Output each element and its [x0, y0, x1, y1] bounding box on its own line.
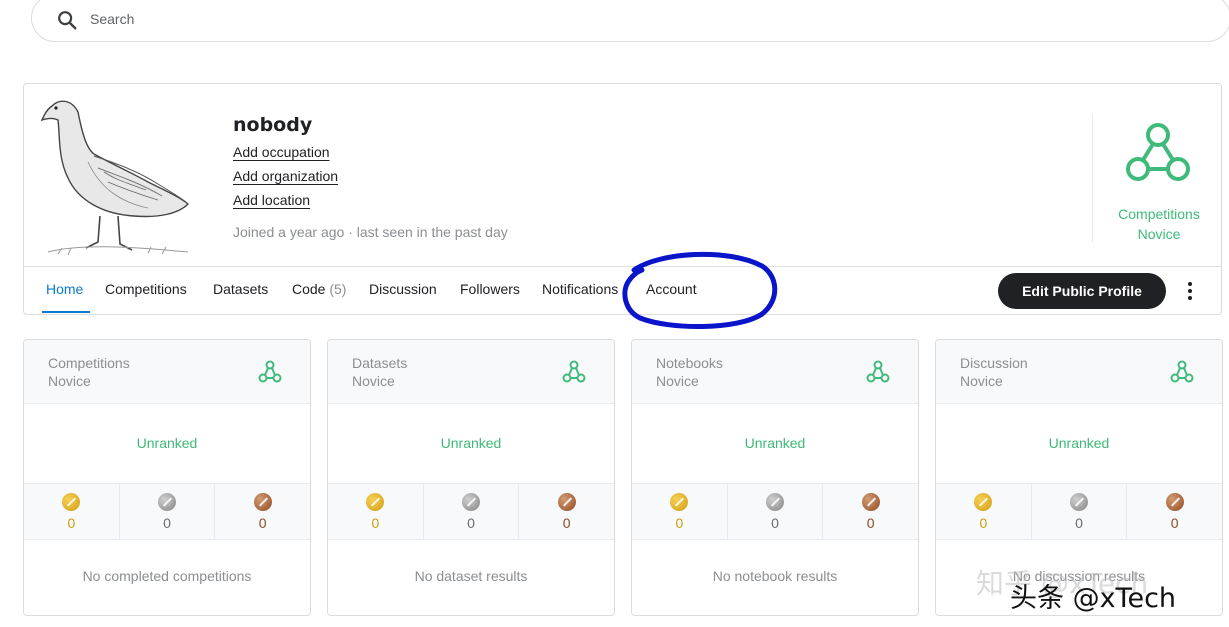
card-header: Datasets Novice [328, 340, 614, 404]
silver-medal: 0 [728, 484, 824, 539]
gold-medal-icon [974, 493, 993, 511]
joined-info: Joined a year ago · last seen in the pas… [233, 224, 508, 240]
bronze-medal: 0 [519, 484, 614, 539]
competitions-tier-card: Competitions Novice Unranked 0 0 0 No com… [23, 339, 311, 616]
tab-notifications[interactable]: Notifications [542, 281, 618, 297]
bronze-medal: 0 [823, 484, 918, 539]
medal-counts: 0 0 0 [936, 484, 1222, 540]
bronze-count: 0 [562, 515, 571, 531]
tab-code[interactable]: Code (5) [292, 281, 346, 297]
bronze-medal-icon [861, 493, 880, 511]
gold-medal-icon [62, 493, 81, 511]
medal-counts: 0 0 0 [632, 484, 918, 540]
empty-message: No notebook results [712, 568, 838, 584]
bronze-medal-icon [253, 493, 272, 511]
search-input[interactable] [90, 9, 690, 29]
medal-counts: 0 0 0 [24, 484, 310, 540]
profile-name: nobody [233, 114, 313, 136]
card-title: Datasets Novice [352, 355, 408, 389]
add-occupation-link[interactable]: Add occupation [233, 144, 330, 160]
tab-discussion[interactable]: Discussion [369, 281, 437, 297]
search-bar[interactable] [31, 0, 1229, 42]
tier-icon [1170, 360, 1194, 383]
silver-medal-icon [766, 493, 784, 511]
bronze-medal-icon [1165, 493, 1184, 511]
bronze-count: 0 [258, 515, 267, 531]
gold-count: 0 [67, 515, 76, 531]
medal-counts: 0 0 0 [328, 484, 614, 540]
divider [1092, 114, 1093, 242]
bronze-medal: 0 [1127, 484, 1222, 539]
gold-medal-icon [366, 493, 385, 511]
tier-level: Novice [1137, 226, 1181, 242]
tab-code-label: Code [292, 281, 326, 297]
tier-category: Competitions [1118, 206, 1200, 222]
rank-status: Unranked [24, 404, 310, 484]
gold-medal-icon [670, 493, 689, 511]
profile-tabs: Home Competitions Datasets Code (5) Disc… [24, 266, 1221, 315]
rank-status: Unranked [936, 404, 1222, 484]
card-title: Discussion Novice [960, 355, 1028, 389]
tab-followers[interactable]: Followers [460, 281, 520, 297]
tab-code-count: (5) [329, 281, 347, 297]
silver-count: 0 [163, 515, 171, 531]
watermark: 头条 @xTech [1010, 583, 1177, 614]
tier-label: Competitions Novice [1102, 204, 1216, 244]
more-options-icon[interactable] [1182, 279, 1198, 303]
edit-public-profile-button[interactable]: Edit Public Profile [998, 273, 1166, 309]
card-header: Competitions Novice [24, 340, 310, 404]
bronze-medal-icon [557, 493, 576, 511]
notebooks-tier-card: Notebooks Novice Unranked 0 0 0 No notebo… [631, 339, 919, 616]
active-tab-indicator [42, 311, 90, 313]
tab-account[interactable]: Account [646, 281, 697, 297]
silver-medal-icon [462, 493, 480, 511]
tab-home[interactable]: Home [46, 281, 83, 297]
gold-medal: 0 [632, 484, 728, 539]
silver-medal-icon [1070, 493, 1088, 511]
empty-message: No completed competitions [82, 568, 252, 584]
tab-datasets[interactable]: Datasets [213, 281, 268, 297]
card-header: Discussion Novice [936, 340, 1222, 404]
empty-message: No dataset results [414, 568, 528, 584]
tab-competitions[interactable]: Competitions [105, 281, 187, 297]
card-header: Notebooks Novice [632, 340, 918, 404]
silver-medal-icon [158, 493, 176, 511]
gold-count: 0 [371, 515, 380, 531]
tier-icon [1126, 123, 1190, 181]
silver-count: 0 [1075, 515, 1083, 531]
bronze-medal: 0 [215, 484, 310, 539]
gold-count: 0 [675, 515, 684, 531]
gold-medal: 0 [24, 484, 120, 539]
silver-count: 0 [771, 515, 779, 531]
bronze-count: 0 [866, 515, 875, 531]
gold-count: 0 [979, 515, 988, 531]
tier-icon [562, 360, 586, 383]
silver-medal: 0 [1032, 484, 1128, 539]
rank-status: Unranked [632, 404, 918, 484]
silver-count: 0 [467, 515, 475, 531]
card-title: Competitions Novice [48, 355, 130, 389]
gold-medal: 0 [936, 484, 1032, 539]
rank-status: Unranked [328, 404, 614, 484]
search-icon [58, 11, 77, 30]
tier-icon [866, 360, 890, 383]
gold-medal: 0 [328, 484, 424, 539]
silver-medal: 0 [120, 484, 216, 539]
datasets-tier-card: Datasets Novice Unranked 0 0 0 No dataset… [327, 339, 615, 616]
bronze-count: 0 [1170, 515, 1179, 531]
profile-card: nobody Add occupation Add organization A… [23, 83, 1222, 315]
add-location-link[interactable]: Add location [233, 192, 310, 208]
silver-medal: 0 [424, 484, 520, 539]
card-title: Notebooks Novice [656, 355, 723, 389]
avatar[interactable] [38, 92, 196, 262]
tier-icon [258, 360, 282, 383]
add-organization-link[interactable]: Add organization [233, 168, 338, 184]
